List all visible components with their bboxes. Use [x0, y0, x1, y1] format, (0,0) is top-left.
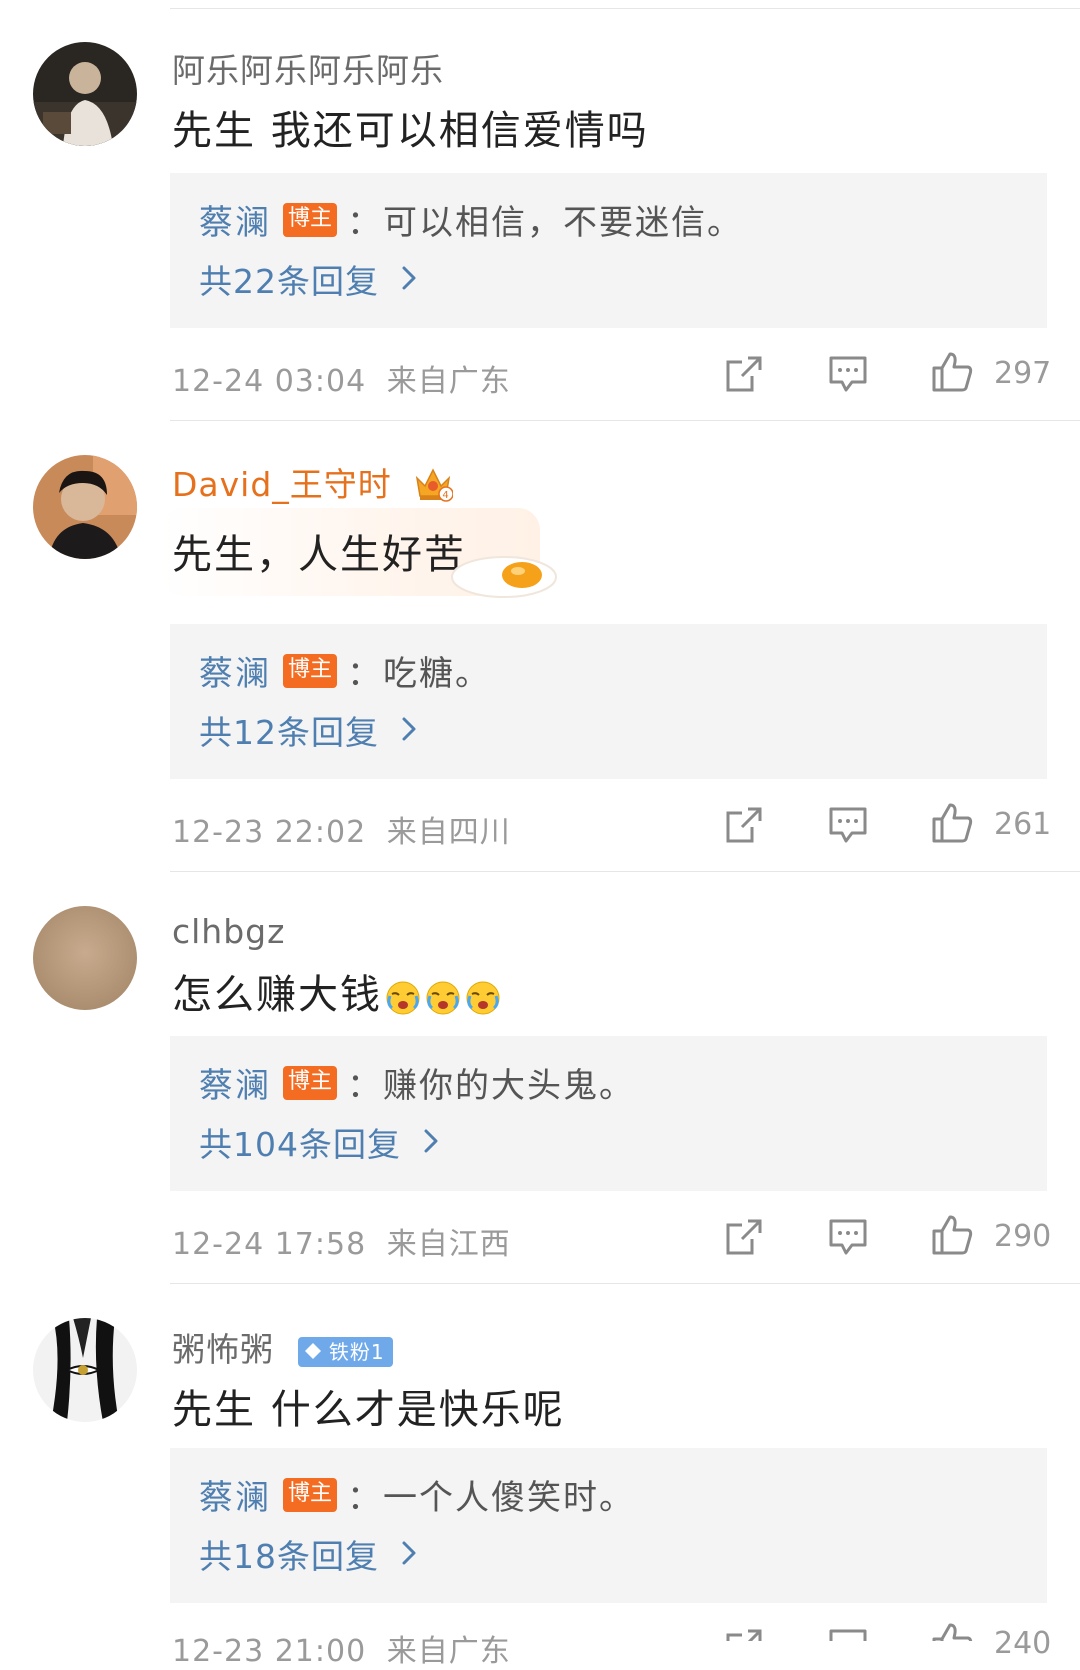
- blogger-badge: 博主: [283, 653, 338, 688]
- reply-count-label: 共18条回复: [199, 1537, 379, 1576]
- reply-text: 吃糖。: [383, 654, 492, 694]
- share-icon[interactable]: [722, 803, 766, 847]
- thumbs-up-icon[interactable]: [930, 350, 974, 394]
- reply-preview[interactable]: 蔡澜 博主 ： 一个人傻笑时。 共18条回复: [170, 1448, 1047, 1603]
- reply-text: 一个人傻笑时。: [383, 1478, 636, 1518]
- comment-time: 12-24 03:04: [172, 364, 367, 399]
- reply-count-link[interactable]: 共18条回复: [199, 1530, 417, 1578]
- reply-count-link[interactable]: 共22条回复: [199, 255, 417, 303]
- thumbs-up-icon[interactable]: [930, 1621, 974, 1641]
- share-icon[interactable]: [722, 1215, 766, 1259]
- share-icon[interactable]: [722, 352, 766, 396]
- reply-separator: ：: [347, 654, 384, 694]
- comment-icon[interactable]: [826, 1215, 870, 1259]
- comment-text: 先生 什么才是快乐呢: [172, 1387, 565, 1433]
- comment-text: 先生，人生好苦: [172, 532, 466, 578]
- comment-location: 来自四川: [386, 815, 511, 850]
- comment-meta: 12-23 21:00 来自广东: [172, 1626, 511, 1670]
- comment-meta: 12-24 03:04 来自广东: [172, 356, 511, 400]
- comment-icon[interactable]: [826, 803, 870, 847]
- username[interactable]: 粥怖粥 铁粉1: [172, 1323, 393, 1371]
- blogger-badge: 博主: [283, 202, 338, 237]
- reply-text: 赚你的大头鬼。: [383, 1066, 636, 1106]
- reply-author[interactable]: 蔡澜: [199, 646, 271, 695]
- svg-text:4: 4: [443, 490, 450, 501]
- fan-level-badge: 铁粉1: [297, 1336, 393, 1368]
- reply-separator: ：: [347, 1066, 384, 1106]
- chevron-right-icon: [423, 1123, 439, 1162]
- comment-text: 先生 我还可以相信爱情吗: [172, 108, 649, 154]
- reply-author[interactable]: 蔡澜: [199, 1058, 271, 1107]
- crown-icon: 4: [413, 464, 455, 510]
- like-count: 240: [994, 1626, 1052, 1661]
- like-count: 261: [994, 807, 1052, 842]
- top-divider: [170, 8, 1080, 9]
- avatar[interactable]: [33, 1318, 137, 1422]
- comment-icon[interactable]: [826, 1625, 870, 1641]
- reply-count-label: 共104条回复: [199, 1125, 401, 1164]
- reply-count-link[interactable]: 共104条回复: [199, 1118, 439, 1166]
- reply-preview[interactable]: 蔡澜 博主 ： 赚你的大头鬼。 共104条回复: [170, 1036, 1047, 1191]
- comment-meta: 12-23 22:02 来自四川: [172, 807, 511, 851]
- like-count: 297: [994, 356, 1052, 391]
- share-icon[interactable]: [722, 1625, 766, 1641]
- comment-divider: [170, 1283, 1080, 1284]
- chevron-right-icon: [401, 1535, 417, 1574]
- thumbs-up-icon[interactable]: [930, 801, 974, 845]
- comment-time: 12-23 22:02: [172, 815, 367, 850]
- crying-face-emoji: [464, 978, 502, 1016]
- crying-face-emoji: [384, 978, 422, 1016]
- username[interactable]: 阿乐阿乐阿乐阿乐: [172, 44, 444, 92]
- comment-location: 来自江西: [386, 1227, 511, 1262]
- comment-location: 来自广东: [386, 364, 511, 399]
- reply-author[interactable]: 蔡澜: [199, 1470, 271, 1519]
- username[interactable]: clhbgz: [172, 912, 285, 951]
- comment-time: 12-23 21:00: [172, 1634, 367, 1669]
- reply-count-link[interactable]: 共12条回复: [199, 706, 417, 754]
- comment-divider: [170, 871, 1080, 872]
- reply-text: 可以相信，不要迷信。: [383, 203, 744, 243]
- comment-meta: 12-24 17:58 来自江西: [172, 1219, 511, 1263]
- avatar[interactable]: [33, 42, 137, 146]
- comment-text: 怎么赚大钱: [172, 962, 502, 1020]
- username[interactable]: David_王守时 4: [172, 458, 455, 510]
- reply-preview[interactable]: 蔡澜 博主 ： 吃糖。 共12条回复: [170, 624, 1047, 779]
- blogger-badge: 博主: [283, 1065, 338, 1100]
- blogger-badge: 博主: [283, 1477, 338, 1512]
- thumbs-up-icon[interactable]: [930, 1213, 974, 1257]
- reply-separator: ：: [347, 203, 384, 243]
- comment-divider: [170, 420, 1080, 421]
- comment-text-body: 怎么赚大钱: [172, 972, 382, 1018]
- fan-level-label: 铁粉1: [328, 1339, 385, 1364]
- crying-face-emoji: [424, 978, 462, 1016]
- reply-author[interactable]: 蔡澜: [199, 195, 271, 244]
- chevron-right-icon: [401, 260, 417, 299]
- comment-location: 来自广东: [386, 1634, 511, 1669]
- avatar[interactable]: [33, 455, 137, 559]
- reply-separator: ：: [347, 1478, 384, 1518]
- reply-count-label: 共12条回复: [199, 713, 379, 752]
- like-count: 290: [994, 1219, 1052, 1254]
- username-text: 粥怖粥: [172, 1330, 274, 1369]
- reply-preview[interactable]: 蔡澜 博主 ： 可以相信，不要迷信。 共22条回复: [170, 173, 1047, 328]
- username-text: David_王守时: [172, 465, 392, 504]
- fried-egg-icon: [440, 545, 560, 609]
- comment-time: 12-24 17:58: [172, 1227, 367, 1262]
- comment-icon[interactable]: [826, 352, 870, 396]
- diamond-icon: [304, 1338, 322, 1368]
- reply-count-label: 共22条回复: [199, 262, 379, 301]
- avatar[interactable]: [33, 906, 137, 1010]
- chevron-right-icon: [401, 711, 417, 750]
